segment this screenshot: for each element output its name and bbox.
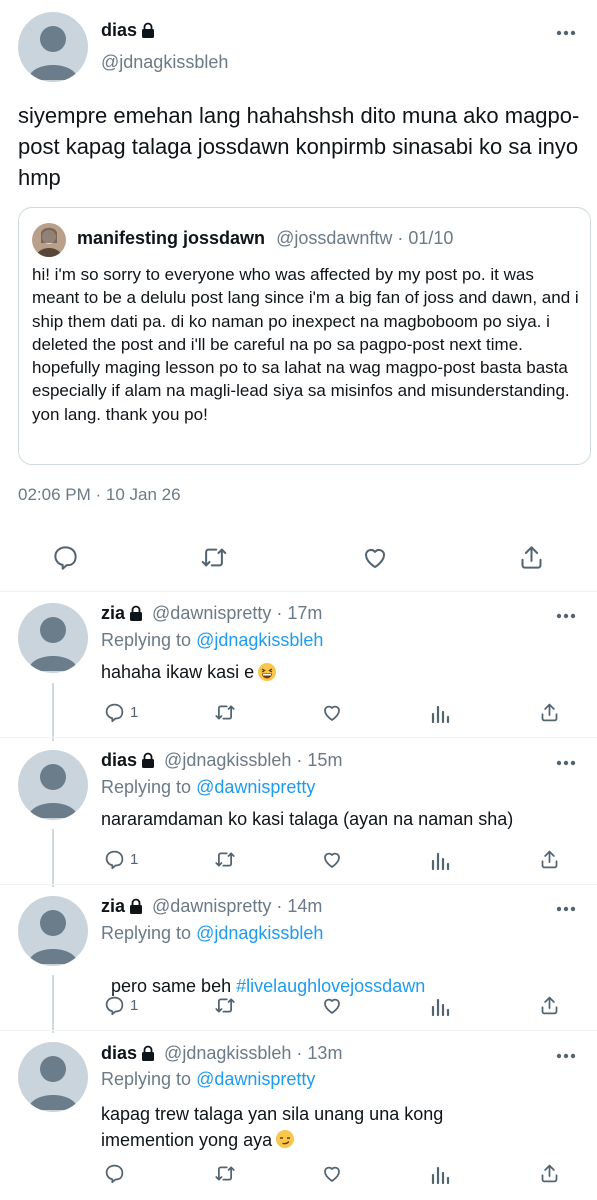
share-icon[interactable] — [539, 1163, 560, 1184]
like-icon[interactable] — [321, 849, 343, 870]
quote-author-handle: @jossdawnftw — [276, 228, 393, 248]
replying-to-label: Replying to — [101, 1069, 192, 1089]
analytics-icon[interactable] — [430, 703, 451, 723]
replying-to-label: Replying to — [101, 923, 192, 943]
reply-author-handle[interactable]: @jdnagkissbleh — [164, 1043, 291, 1063]
quote-date: · 01/10 — [397, 228, 454, 248]
tweet-timestamp[interactable]: 02:06 PM · 10 Jan 26 — [18, 485, 181, 505]
reply-icon[interactable] — [104, 995, 125, 1016]
reply-header: dias @jdnagkissbleh · 15m — [101, 750, 342, 773]
retweet-icon[interactable] — [214, 702, 236, 723]
reply-author-name[interactable]: dias — [101, 750, 137, 770]
divider — [0, 737, 597, 738]
analytics-icon[interactable] — [430, 850, 451, 870]
lock-icon — [141, 22, 155, 43]
more-icon[interactable] — [556, 30, 576, 36]
reply-time: · 14m — [276, 896, 323, 916]
reply-text: hahaha ikaw kasi e — [101, 662, 255, 682]
more-icon[interactable] — [556, 1053, 576, 1059]
replying-to-label: Replying to — [101, 630, 192, 650]
author-name[interactable]: dias — [101, 20, 155, 43]
retweet-icon[interactable] — [214, 1163, 236, 1184]
reply-text: kapag trew talaga yan sila unang una kon… — [101, 1104, 444, 1150]
reply-header: zia @dawnispretty · 17m — [101, 603, 322, 626]
reply-text: nararamdaman ko kasi talaga (ayan na nam… — [101, 809, 514, 829]
replying-to-link[interactable]: @jdnagkissbleh — [196, 630, 323, 650]
reply-count: 1 — [130, 997, 139, 1014]
replying-to-link[interactable]: @dawnispretty — [196, 777, 315, 797]
share-icon[interactable] — [539, 702, 560, 723]
reply-text: pero same beh — [111, 976, 237, 996]
retweet-icon[interactable] — [200, 544, 228, 571]
reply-avatar[interactable] — [18, 603, 88, 673]
reply-time: · 15m — [296, 750, 343, 770]
divider — [0, 591, 597, 592]
hashtag-link[interactable]: #livelaughlovejossdawn — [236, 976, 425, 996]
reply-author-handle[interactable]: @jdnagkissbleh — [164, 750, 291, 770]
quote-avatar — [32, 223, 66, 257]
reply-author-name[interactable]: zia — [101, 603, 125, 623]
lock-icon — [141, 1045, 155, 1066]
like-icon[interactable] — [321, 702, 343, 723]
reply-icon[interactable] — [52, 544, 79, 571]
thread-line — [52, 975, 54, 1033]
replying-to-link[interactable]: @dawnispretty — [196, 1069, 315, 1089]
more-icon[interactable] — [556, 906, 576, 912]
thread-line — [52, 683, 54, 741]
like-icon[interactable] — [361, 544, 389, 571]
retweet-icon[interactable] — [214, 995, 236, 1016]
lock-icon — [129, 605, 143, 626]
reply-icon[interactable] — [104, 849, 125, 870]
reply-author-name[interactable]: dias — [101, 1043, 137, 1063]
grinning-squinting-emoji-icon — [258, 663, 277, 681]
reply-avatar[interactable] — [18, 750, 88, 820]
thread-line — [52, 829, 54, 887]
reply-time: · 13m — [296, 1043, 343, 1063]
lock-icon — [141, 752, 155, 773]
reply-author-name[interactable]: zia — [101, 896, 125, 916]
share-icon[interactable] — [539, 995, 560, 1016]
replying-to-label: Replying to — [101, 777, 192, 797]
like-icon[interactable] — [321, 1163, 343, 1184]
lock-icon — [129, 898, 143, 919]
author-name-text[interactable]: dias — [101, 20, 137, 40]
reply-header: zia @dawnispretty · 14m — [101, 896, 322, 919]
analytics-icon[interactable] — [430, 1164, 451, 1184]
reply-count: 1 — [130, 704, 139, 721]
share-icon[interactable] — [518, 544, 545, 571]
smirking-emoji-icon — [276, 1130, 295, 1148]
author-handle[interactable]: @jdnagkissbleh — [101, 52, 228, 73]
reply-count: 1 — [130, 851, 139, 868]
more-icon[interactable] — [556, 760, 576, 766]
tweet-text: siyempre emehan lang hahahshsh dito muna… — [18, 103, 580, 190]
quote-author-name: manifesting jossdawn — [77, 228, 266, 248]
replying-to-link[interactable]: @jdnagkissbleh — [196, 923, 323, 943]
like-icon[interactable] — [321, 995, 343, 1016]
reply-avatar[interactable] — [18, 1042, 88, 1112]
divider — [0, 1030, 597, 1031]
reply-header: dias @jdnagkissbleh · 13m — [101, 1043, 342, 1066]
analytics-icon[interactable] — [430, 996, 451, 1016]
more-icon[interactable] — [556, 613, 576, 619]
share-icon[interactable] — [539, 849, 560, 870]
reply-author-handle[interactable]: @dawnispretty — [152, 896, 271, 916]
reply-author-handle[interactable]: @dawnispretty — [152, 603, 271, 623]
reply-time: · 17m — [276, 603, 323, 623]
reply-icon[interactable] — [104, 1163, 125, 1184]
quote-text: hi! i'm so sorry to everyone who was aff… — [32, 265, 579, 424]
avatar[interactable] — [18, 12, 88, 82]
retweet-icon[interactable] — [214, 849, 236, 870]
reply-icon[interactable] — [104, 702, 125, 723]
reply-avatar[interactable] — [18, 896, 88, 966]
divider — [0, 884, 597, 885]
